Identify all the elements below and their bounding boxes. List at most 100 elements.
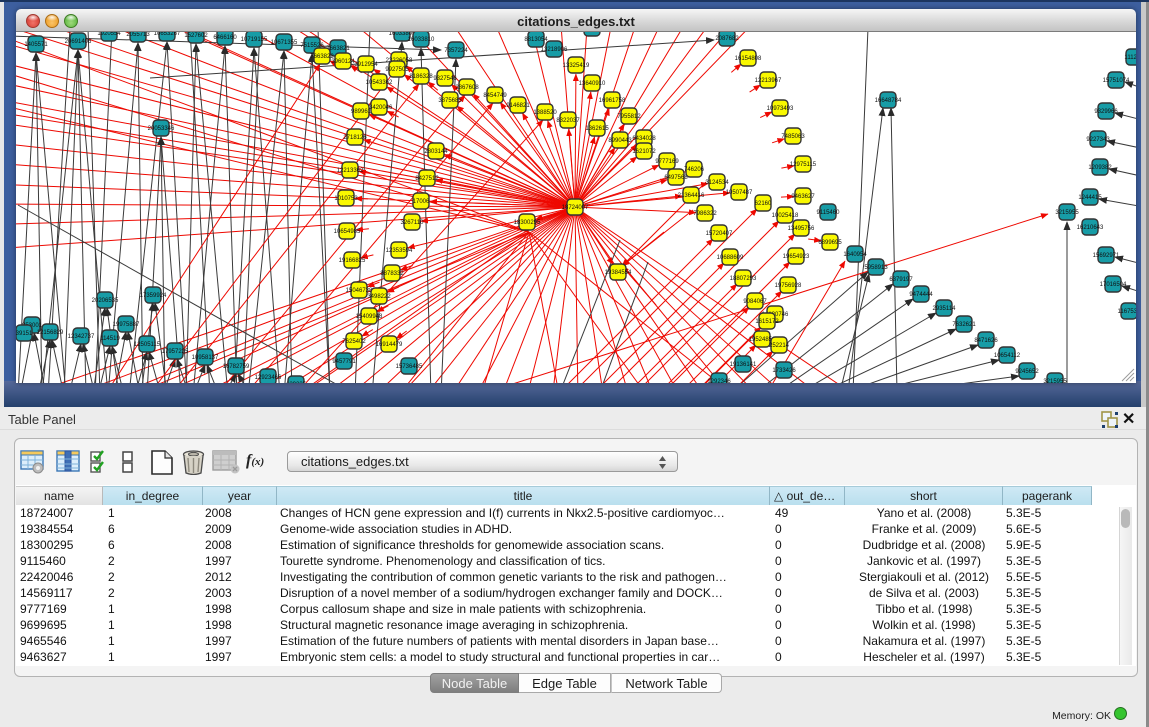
svg-text:10653267: 10653267 xyxy=(154,32,181,37)
svg-text:9084067: 9084067 xyxy=(743,299,767,305)
svg-text:3960124: 3960124 xyxy=(331,59,355,65)
svg-text:1527602: 1527602 xyxy=(184,33,208,39)
svg-text:7357224: 7357224 xyxy=(444,48,468,54)
svg-text:9927505: 9927505 xyxy=(385,67,409,73)
svg-text:13218906: 13218906 xyxy=(541,47,568,53)
svg-text:3124534: 3124534 xyxy=(705,180,729,186)
svg-text:2867608: 2867608 xyxy=(455,85,479,91)
svg-text:7625402: 7625402 xyxy=(342,339,366,345)
svg-text:13325419: 13325419 xyxy=(563,63,590,69)
svg-text:16210643: 16210643 xyxy=(1077,225,1104,231)
svg-text:1209382: 1209382 xyxy=(1088,165,1112,171)
svg-text:19166825: 19166825 xyxy=(339,258,366,264)
svg-text:10654112: 10654112 xyxy=(994,353,1021,359)
svg-text:16648784: 16648784 xyxy=(875,98,902,104)
svg-text:18724007: 18724007 xyxy=(562,205,589,211)
svg-text:9329966: 9329966 xyxy=(1094,109,1118,115)
svg-text:17957225: 17957225 xyxy=(162,349,189,355)
svg-text:39151: 39151 xyxy=(16,331,33,337)
svg-text:15736485: 15736485 xyxy=(396,364,423,370)
svg-text:3215955: 3215955 xyxy=(1055,210,1079,216)
svg-text:12156829: 12156829 xyxy=(37,330,64,336)
svg-text:10719155: 10719155 xyxy=(241,37,268,43)
svg-text:1010753: 1010753 xyxy=(334,196,358,202)
svg-text:10507487: 10507487 xyxy=(726,190,753,196)
svg-text:10543362: 10543362 xyxy=(366,80,393,86)
svg-text:1733426: 1733426 xyxy=(772,368,796,374)
svg-text:8990443: 8990443 xyxy=(608,138,632,144)
svg-text:8186328: 8186328 xyxy=(409,74,433,80)
svg-text:16782759: 16782759 xyxy=(223,364,250,370)
svg-text:3498222: 3498222 xyxy=(367,294,391,300)
svg-text:989961: 989961 xyxy=(351,109,372,115)
svg-text:12505115: 12505115 xyxy=(134,342,161,348)
svg-text:19654923: 19654923 xyxy=(783,254,810,260)
svg-text:13640910: 13640910 xyxy=(579,81,606,87)
svg-text:3267110: 3267110 xyxy=(401,220,425,226)
svg-text:1640954: 1640954 xyxy=(843,252,867,258)
svg-text:9777169: 9777169 xyxy=(655,159,679,165)
svg-text:7955812: 7955812 xyxy=(617,114,641,120)
svg-text:8813054: 8813054 xyxy=(524,37,548,43)
svg-text:20691406: 20691406 xyxy=(65,39,92,45)
svg-text:3215955: 3215955 xyxy=(1043,379,1067,383)
svg-text:13495756: 13495756 xyxy=(788,226,815,232)
svg-text:1292346: 1292346 xyxy=(707,379,731,383)
svg-text:12213362: 12213362 xyxy=(337,168,364,174)
svg-text:12353594: 12353594 xyxy=(386,248,413,254)
svg-text:20206535: 20206535 xyxy=(92,298,119,304)
svg-text:17016504: 17016504 xyxy=(1100,282,1127,288)
svg-text:16154808: 16154808 xyxy=(735,56,762,62)
svg-text:16033810: 16033810 xyxy=(408,37,435,43)
svg-text:1388520: 1388520 xyxy=(533,110,557,116)
svg-text:8427512: 8427512 xyxy=(415,176,439,182)
svg-text:10671355: 10671355 xyxy=(271,40,298,46)
svg-text:10958137: 10958137 xyxy=(192,355,219,361)
svg-text:7986322: 7986322 xyxy=(693,211,717,217)
svg-text:9227343: 9227343 xyxy=(1086,137,1110,143)
svg-text:62160: 62160 xyxy=(755,201,772,207)
svg-text:2803144: 2803144 xyxy=(424,149,448,155)
svg-text:10973493: 10973493 xyxy=(767,106,794,112)
svg-text:21364416: 21364416 xyxy=(678,193,705,199)
svg-text:8454749: 8454749 xyxy=(483,93,507,99)
svg-text:12342737: 12342737 xyxy=(68,334,95,340)
svg-text:9463627: 9463627 xyxy=(791,194,815,200)
svg-text:15692971: 15692971 xyxy=(1093,253,1120,259)
svg-text:9474444: 9474444 xyxy=(909,292,933,298)
svg-text:15720407: 15720407 xyxy=(706,231,733,237)
svg-text:9146821: 9146821 xyxy=(506,103,530,109)
svg-text:17359924: 17359924 xyxy=(140,293,167,299)
svg-text:1362615: 1362615 xyxy=(585,126,609,132)
svg-text:18300295: 18300295 xyxy=(514,220,541,226)
svg-text:7632621: 7632621 xyxy=(952,322,976,328)
svg-text:10688609: 10688609 xyxy=(717,255,744,261)
svg-text:15409948: 15409948 xyxy=(356,314,383,320)
svg-text:8322037: 8322037 xyxy=(556,118,580,124)
svg-text:746206: 746206 xyxy=(684,167,705,173)
svg-text:2055713: 2055713 xyxy=(126,32,150,38)
svg-text:17006: 17006 xyxy=(413,199,430,205)
svg-text:20053346: 20053346 xyxy=(148,126,175,132)
svg-text:16914479: 16914479 xyxy=(376,342,403,348)
svg-text:9327546: 9327546 xyxy=(433,76,457,82)
svg-text:9115460: 9115460 xyxy=(817,210,841,216)
svg-text:252214: 252214 xyxy=(769,343,790,349)
svg-text:1615172: 1615172 xyxy=(755,319,779,325)
svg-text:19975887: 19975887 xyxy=(113,322,140,328)
svg-text:7485063: 7485063 xyxy=(781,134,805,140)
svg-text:111267: 111267 xyxy=(1124,55,1136,61)
svg-text:2935114: 2935114 xyxy=(933,306,957,312)
svg-text:2087682: 2087682 xyxy=(715,36,739,42)
svg-text:1405571: 1405571 xyxy=(24,42,48,48)
svg-text:19756928: 19756928 xyxy=(775,283,802,289)
svg-text:6466160: 6466160 xyxy=(213,35,237,41)
svg-text:12213967: 12213967 xyxy=(755,78,782,84)
svg-text:2718126: 2718126 xyxy=(343,135,367,141)
svg-text:6899695: 6899695 xyxy=(818,240,842,246)
svg-text:1244415: 1244415 xyxy=(1078,195,1102,201)
svg-text:6379197: 6379197 xyxy=(889,277,913,283)
svg-text:5958913: 5958913 xyxy=(864,265,888,271)
svg-text:1920554: 1920554 xyxy=(97,32,121,37)
svg-text:1167534: 1167534 xyxy=(1118,309,1136,315)
